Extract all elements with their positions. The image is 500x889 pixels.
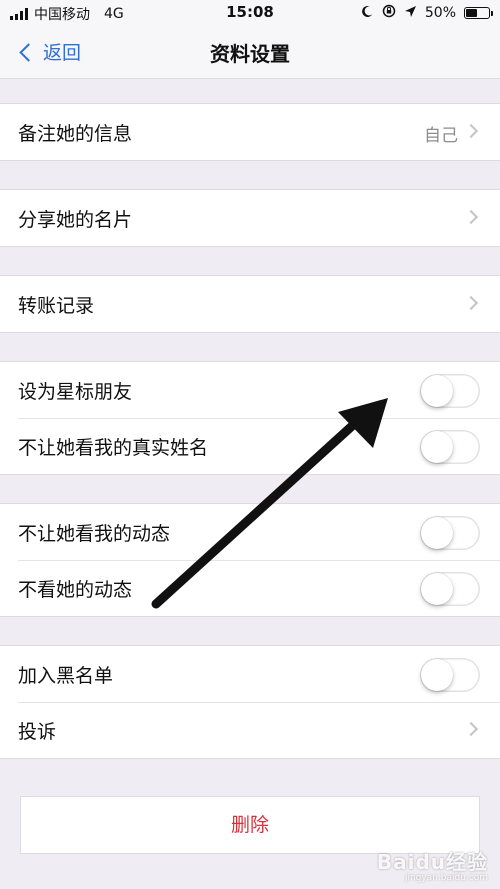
group-remark: 备注她的信息 自己 (0, 103, 500, 161)
chevron-right-icon (463, 123, 479, 139)
toggle-knob (421, 517, 453, 549)
group-block-report: 加入黑名单 投诉 (0, 645, 500, 759)
chevron-right-icon (463, 721, 479, 737)
row-label: 投诉 (18, 721, 57, 743)
nav-bar: 返回 资料设置 (0, 26, 500, 79)
hide-my-moments-toggle[interactable] (420, 516, 480, 550)
group-star-name: 设为星标朋友 不让她看我的真实姓名 (0, 361, 500, 475)
row-hide-my-moments: 不让她看我的动态 (0, 504, 500, 560)
row-label: 不让她看我的动态 (18, 523, 171, 545)
row-blacklist: 加入黑名单 (0, 646, 500, 702)
toggle-knob (421, 431, 453, 463)
battery-icon (464, 7, 493, 19)
row-value: 自己 (424, 126, 458, 146)
row-label: 转账记录 (18, 295, 95, 317)
page-title: 资料设置 (210, 42, 290, 66)
row-transfer-records[interactable]: 转账记录 (0, 276, 500, 332)
row-label: 分享她的名片 (18, 209, 133, 231)
row-remark-info[interactable]: 备注她的信息 自己 (0, 104, 500, 160)
row-hide-real-name: 不让她看我的真实姓名 (0, 418, 500, 474)
rotation-lock-icon (382, 4, 396, 22)
row-label: 备注她的信息 (18, 123, 133, 145)
moon-icon (361, 5, 374, 22)
row-label: 不让她看我的真实姓名 (18, 437, 209, 459)
status-right: 50% (361, 4, 493, 22)
row-label: 加入黑名单 (18, 665, 114, 687)
row-label: 不看她的动态 (18, 579, 133, 601)
status-bar: 中国移动 4G 15:08 50% (0, 0, 500, 26)
row-hide-her-moments: 不看她的动态 (0, 560, 500, 616)
group-share: 分享她的名片 (0, 189, 500, 247)
location-icon (404, 5, 417, 22)
row-label: 设为星标朋友 (18, 381, 133, 403)
battery-label: 50% (424, 5, 456, 21)
watermark-text: Baidu经验 (376, 850, 488, 874)
toggle-knob (421, 573, 453, 605)
watermark-sub: jingyan.baidu.com (404, 873, 488, 883)
group-moments: 不让她看我的动态 不看她的动态 (0, 503, 500, 617)
blacklist-toggle[interactable] (420, 658, 480, 692)
star-friend-toggle[interactable] (420, 374, 480, 408)
toggle-knob (421, 375, 453, 407)
hide-real-name-toggle[interactable] (420, 430, 480, 464)
chevron-right-icon (463, 295, 479, 311)
chevron-right-icon (463, 209, 479, 225)
toggle-knob (421, 659, 453, 691)
hide-her-moments-toggle[interactable] (420, 572, 480, 606)
row-share-card[interactable]: 分享她的名片 (0, 190, 500, 246)
watermark-logo: Baidu经验 jingyan.baidu.com (377, 846, 488, 883)
row-star-friend: 设为星标朋友 (0, 362, 500, 418)
row-report[interactable]: 投诉 (0, 702, 500, 758)
group-transfer: 转账记录 (0, 275, 500, 333)
